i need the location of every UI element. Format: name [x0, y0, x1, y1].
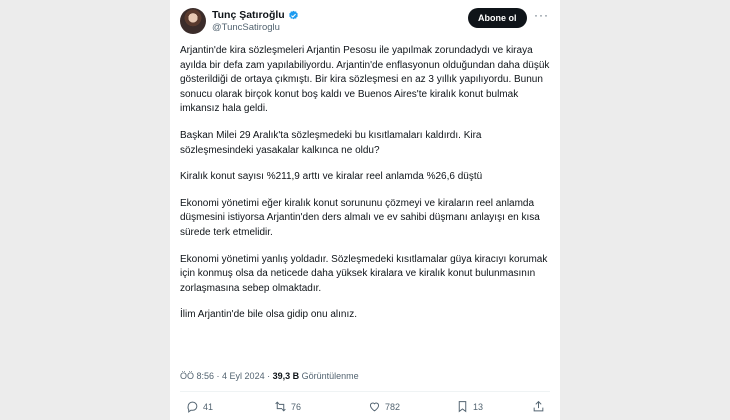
author-name[interactable]: Tunç Şatıroğlu: [212, 9, 285, 21]
follow-button[interactable]: Abone ol: [468, 8, 527, 28]
views-label: Görüntülenme: [301, 371, 359, 381]
action-bar: 41 76 782 13: [180, 400, 550, 418]
tweet-paragraph: Kiralık konut sayısı %211,9 arttı ve kir…: [180, 171, 483, 183]
divider: [180, 391, 550, 392]
share-button[interactable]: [532, 400, 549, 413]
like-button[interactable]: 782: [368, 400, 400, 413]
tweet-time[interactable]: ÖÖ 8:56: [180, 371, 214, 381]
bookmark-count: 13: [473, 401, 484, 412]
heart-icon: [369, 402, 380, 412]
avatar[interactable]: [180, 8, 206, 34]
view-count: 39,3 B: [272, 371, 300, 381]
repost-button[interactable]: 76: [274, 400, 301, 413]
tweet-paragraph: Ekonomi yönetimi eğer kiralık konut soru…: [180, 197, 540, 238]
reply-icon: [187, 401, 198, 413]
verified-badge-icon: [288, 10, 298, 19]
tweet-paragraph: İlim Arjantin'de bile olsa gidip onu alı…: [180, 309, 358, 321]
repost-count: 76: [291, 401, 302, 412]
tweet-paragraph: Başkan Milei 29 Aralık'ta sözleşmedeki b…: [180, 129, 482, 156]
tweet-paragraph: Ekonomi yönetimi yanlış yoldadır. Sözleş…: [180, 253, 548, 294]
author-handle[interactable]: @TuncSatiroglu: [212, 22, 280, 33]
bookmark-button[interactable]: 13: [456, 400, 483, 413]
tweet-paragraph: Arjantin'de kira sözleşmeleri Arjantin P…: [180, 45, 550, 115]
like-count: 782: [385, 401, 401, 412]
reply-count: 41: [203, 401, 214, 412]
reply-button[interactable]: 41: [186, 400, 213, 413]
tweet-meta: ÖÖ 8:56 · 4 Eyl 2024 · 39,3 B Görüntülen…: [180, 371, 359, 381]
author-name-row: Tunç Şatıroğlu: [212, 9, 299, 21]
tweet-card: Tunç Şatıroğlu @TuncSatiroglu Abone ol ·…: [170, 0, 560, 420]
share-icon: [533, 400, 544, 412]
repost-icon: [275, 401, 286, 412]
more-icon[interactable]: ···: [534, 8, 549, 22]
bookmark-icon: [458, 401, 467, 413]
tweet-date[interactable]: 4 Eyl 2024: [222, 371, 265, 381]
tweet-text: Arjantin'de kira sözleşmeleri Arjantin P…: [180, 44, 552, 335]
